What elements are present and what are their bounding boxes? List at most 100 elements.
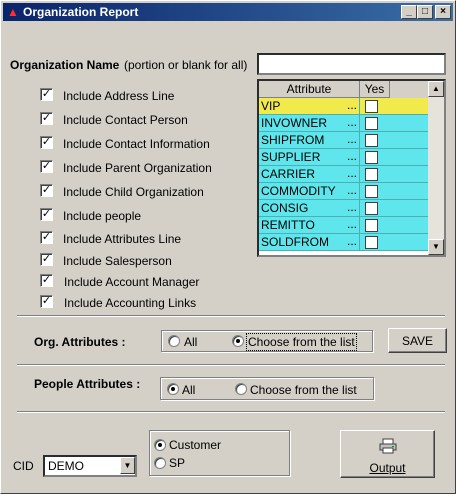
org-attributes-choose-label[interactable]: Choose from the list	[246, 333, 357, 351]
attribute-yes-checkbox[interactable]	[365, 236, 378, 249]
check-icon: ✓	[41, 274, 52, 286]
include-option-checkbox[interactable]: ✓	[40, 253, 53, 266]
attribute-lookup-button[interactable]: ...	[347, 115, 357, 129]
attribute-row[interactable]: COMMODITY...	[259, 183, 429, 200]
include-option-label[interactable]: Include people	[63, 209, 141, 223]
printer-icon	[379, 438, 397, 454]
include-option-label[interactable]: Include Address Line	[63, 89, 174, 103]
column-divider	[359, 166, 360, 183]
include-option-label[interactable]: Include Contact Person	[63, 113, 188, 127]
org-attributes-all-label[interactable]: All	[184, 335, 197, 349]
attribute-lookup-button[interactable]: ...	[347, 149, 357, 163]
separator	[17, 315, 445, 317]
attribute-row[interactable]: SHIPFROM...	[259, 132, 429, 149]
check-icon: ✓	[41, 295, 52, 307]
attribute-lookup-button[interactable]: ...	[347, 98, 357, 112]
attribute-yes-checkbox[interactable]	[365, 117, 378, 130]
attribute-yes-checkbox[interactable]	[365, 100, 378, 113]
include-option-checkbox[interactable]: ✓	[40, 295, 53, 308]
column-divider	[359, 115, 360, 132]
attribute-name: CONSIG	[261, 201, 309, 215]
attribute-row[interactable]: CONSIG...	[259, 200, 429, 217]
attribute-name: SOLDFROM	[261, 235, 330, 249]
attribute-name: SUPPLIER	[261, 150, 321, 164]
include-option-label[interactable]: Include Accounting Links	[64, 296, 196, 310]
attribute-lookup-button[interactable]: ...	[347, 217, 357, 231]
separator	[17, 364, 445, 366]
org-name-input[interactable]	[257, 53, 446, 75]
attribute-name: SHIPFROM	[261, 133, 325, 147]
include-option-checkbox[interactable]: ✓	[40, 231, 53, 244]
org-name-hint: (portion or blank for all)	[124, 58, 248, 72]
include-option-checkbox[interactable]: ✓	[40, 160, 53, 173]
include-option-label[interactable]: Include Attributes Line	[63, 232, 181, 246]
attribute-yes-checkbox[interactable]	[365, 134, 378, 147]
people-attributes-choose-label[interactable]: Choose from the list	[250, 383, 357, 397]
maximize-button[interactable]: □	[417, 5, 433, 19]
title-bar[interactable]: ▲ Organization Report _ □ ×	[3, 3, 453, 21]
attribute-lookup-button[interactable]: ...	[347, 183, 357, 197]
attribute-yes-checkbox[interactable]	[365, 168, 378, 181]
column-divider	[359, 98, 360, 115]
attribute-yes-checkbox[interactable]	[365, 151, 378, 164]
include-option-checkbox[interactable]: ✓	[40, 208, 53, 221]
people-attributes-all-radio[interactable]	[167, 383, 179, 395]
cid-select[interactable]: DEMO ▼	[43, 455, 137, 477]
attribute-lookup-button[interactable]: ...	[347, 132, 357, 146]
scroll-down-icon[interactable]: ▼	[428, 239, 444, 255]
attribute-yes-checkbox[interactable]	[365, 185, 378, 198]
org-attributes-choose-radio[interactable]	[232, 335, 244, 347]
org-attributes-all-radio[interactable]	[168, 335, 180, 347]
org-attributes-label: Org. Attributes :	[34, 335, 126, 349]
include-option-checkbox[interactable]: ✓	[40, 184, 53, 197]
include-option-checkbox[interactable]: ✓	[40, 88, 53, 101]
include-option-label[interactable]: Include Salesperson	[63, 254, 172, 268]
sp-radio[interactable]	[154, 457, 166, 469]
output-button[interactable]: Output	[340, 430, 435, 478]
chevron-down-icon[interactable]: ▼	[120, 457, 135, 474]
output-label: Output	[369, 461, 406, 475]
include-option-checkbox[interactable]: ✓	[40, 136, 53, 149]
people-attributes-label: People Attributes :	[34, 377, 141, 391]
check-icon: ✓	[41, 160, 52, 172]
attribute-column-header[interactable]: Attribute	[259, 81, 360, 98]
attribute-row[interactable]: SUPPLIER...	[259, 149, 429, 166]
yes-column-header[interactable]: Yes	[360, 81, 390, 98]
attribute-name: CARRIER	[261, 167, 316, 181]
include-option-label[interactable]: Include Parent Organization	[63, 161, 212, 175]
minimize-button[interactable]: _	[401, 5, 417, 19]
people-attributes-choose-radio[interactable]	[235, 383, 247, 395]
check-icon: ✓	[41, 208, 52, 220]
attribute-row[interactable]: SOLDFROM...	[259, 234, 429, 251]
attribute-yes-checkbox[interactable]	[365, 202, 378, 215]
attribute-lookup-button[interactable]: ...	[347, 166, 357, 180]
attribute-row[interactable]: CARRIER...	[259, 166, 429, 183]
include-option-checkbox[interactable]: ✓	[40, 112, 53, 125]
include-option-label[interactable]: Include Child Organization	[63, 185, 204, 199]
attribute-yes-checkbox[interactable]	[365, 219, 378, 232]
scroll-up-icon[interactable]: ▲	[428, 81, 444, 97]
separator	[17, 411, 445, 413]
customer-radio[interactable]	[154, 439, 166, 451]
people-attributes-all-label[interactable]: All	[182, 383, 195, 397]
attribute-lookup-button[interactable]: ...	[347, 200, 357, 214]
include-option-checkbox[interactable]: ✓	[40, 274, 53, 287]
attribute-name: VIP	[261, 99, 281, 113]
save-button[interactable]: SAVE	[388, 328, 447, 353]
attribute-name: REMITTO	[261, 218, 315, 232]
check-icon: ✓	[41, 253, 52, 265]
attribute-row[interactable]: VIP...	[259, 98, 429, 115]
grid-vertical-scrollbar[interactable]: ▲ ▼	[428, 81, 444, 255]
close-button[interactable]: ×	[435, 5, 451, 19]
attribute-row[interactable]: REMITTO...	[259, 217, 429, 234]
column-divider	[359, 200, 360, 217]
include-option-label[interactable]: Include Account Manager	[64, 275, 199, 289]
attribute-row[interactable]: INVOWNER...	[259, 115, 429, 132]
check-icon: ✓	[41, 184, 52, 196]
attribute-lookup-button[interactable]: ...	[347, 234, 357, 248]
attributes-grid[interactable]: Attribute Yes VIP... INVOWNER... SHIPFROM.…	[257, 79, 446, 257]
include-option-label[interactable]: Include Contact Information	[63, 137, 210, 151]
column-divider	[359, 217, 360, 234]
sp-label[interactable]: SP	[169, 456, 185, 470]
customer-label[interactable]: Customer	[169, 438, 221, 452]
